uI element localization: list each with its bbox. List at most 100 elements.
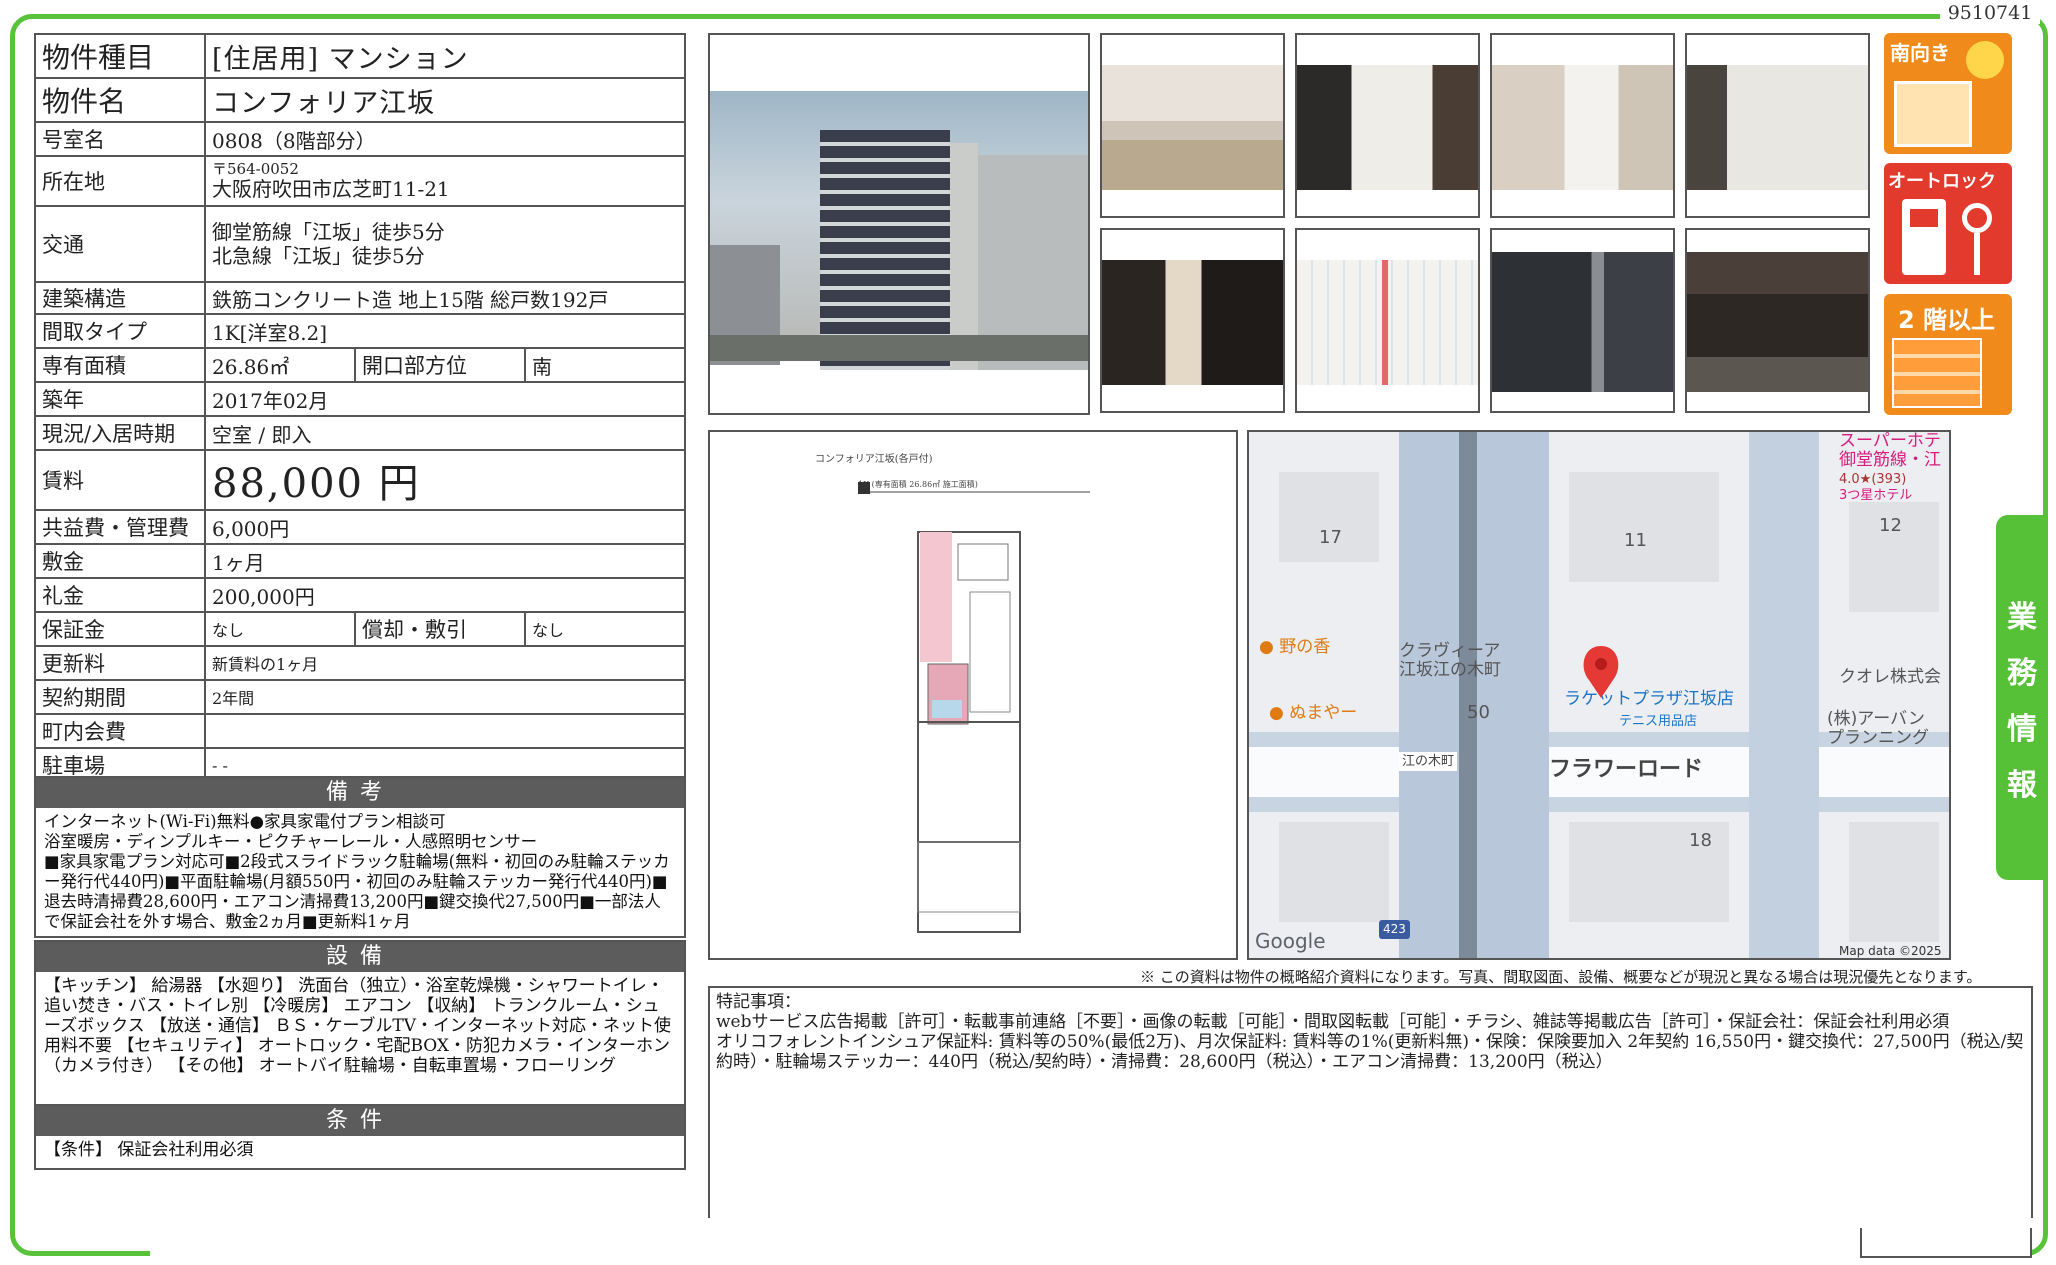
- entrance-photo: [1490, 228, 1675, 413]
- floor-plan-drawing: [858, 482, 1090, 933]
- value-renewal: 新賃料の1ヶ月: [204, 645, 686, 681]
- stamp-box: [1860, 1228, 2032, 1258]
- label-town-fee: 町内会費: [34, 713, 206, 749]
- label-transit: 交通: [34, 205, 206, 283]
- value-room: 0808（8階部分）: [204, 121, 686, 157]
- map-block-18: 18: [1689, 830, 1712, 851]
- map-poi-numaya: ● ぬまやー: [1269, 704, 1357, 723]
- map-route-shield: 423: [1379, 920, 1410, 939]
- value-keymoney: 200,000円: [204, 577, 686, 613]
- label-amortization: 償却・敷引: [354, 611, 526, 647]
- area-map-thumbnail: [1295, 228, 1480, 413]
- facilities-section: 設備 【キッチン】 給湯器 【水廻り】 洗面台（独立）・浴室乾燥機・シャワートイ…: [34, 940, 686, 1106]
- map-poi-numaya-label: ぬまやー: [1289, 703, 1358, 723]
- value-type: [住居用] マンション: [204, 33, 686, 79]
- value-contract: 2年間: [204, 679, 686, 715]
- label-facing: 開口部方位: [354, 347, 526, 383]
- map-block-50: 50: [1467, 702, 1490, 723]
- value-rent: 88,000 円: [204, 449, 686, 511]
- remarks-text: インターネット(Wi-Fi)無料●家具家電付プラン相談可 浴室暖房・ディンプルキ…: [44, 812, 670, 931]
- washroom-photo: [1490, 33, 1675, 218]
- facilities-text: 【キッチン】 給湯器 【水廻り】 洗面台（独立）・浴室乾燥機・シャワートイレ・追…: [44, 976, 672, 1076]
- value-amortization: なし: [524, 611, 686, 647]
- label-room: 号室名: [34, 121, 206, 157]
- label-rent: 賃料: [34, 449, 206, 511]
- map-poi-nonoka-label: 野の香: [1279, 637, 1331, 657]
- location-map: 17 11 12 50 18 ● 野の香 ● ぬまやー クラヴィーア 江坂江の木…: [1247, 430, 1951, 960]
- second-floor-icon: 2 階以上: [1884, 294, 2012, 415]
- restaurant-icon: ●: [1269, 703, 1284, 723]
- zip-code: 〒564-0052: [212, 160, 299, 178]
- value-status: 空室 / 即入: [204, 415, 686, 451]
- label-fee: 共益費・管理費: [34, 509, 206, 545]
- kitchen-photo: [1100, 33, 1285, 218]
- value-structure: 鉄筋コンクリート造 地上15階 総戸数192戸: [204, 281, 686, 315]
- frame-gap: [150, 1250, 1860, 1260]
- side-tab-char-1: 業: [2007, 599, 2037, 635]
- map-poi-urban: (株)アーバン プランニング: [1827, 709, 1929, 748]
- label-area: 専有面積: [34, 347, 206, 383]
- value-layout: 1K[洋室8.2]: [204, 313, 686, 349]
- label-built: 築年: [34, 381, 206, 417]
- google-logo: Google: [1255, 929, 1326, 953]
- map-block-12: 12: [1879, 515, 1902, 536]
- hallway-photo: [1100, 228, 1285, 413]
- value-guarantee: なし: [204, 611, 356, 647]
- value-name: コンフォリア江坂: [204, 77, 686, 123]
- label-structure: 建築構造: [34, 281, 206, 315]
- remarks-header: 備考: [36, 778, 684, 808]
- transit-line-1: 御堂筋線「江坂」徒歩5分: [212, 220, 445, 244]
- restaurant-icon: ●: [1259, 637, 1274, 657]
- label-type: 物件種目: [34, 33, 206, 79]
- label-deposit: 敷金: [34, 543, 206, 579]
- facilities-header: 設備: [36, 942, 684, 972]
- floor-plan: コンフォリア江坂(各戸付) 1K (専有面積 26.86㎡ 施工面積): [708, 430, 1238, 960]
- value-built: 2017年02月: [204, 381, 686, 417]
- map-poi-crawia: クラヴィーア 江坂江の木町: [1399, 641, 1501, 680]
- disclaimer-note: ※ この資料は物件の概略紹介資料になります。写真、間取図面、設備、概要などが現況…: [1140, 968, 1982, 986]
- map-poi-hotel-type: 3つ星ホテル: [1839, 488, 1913, 503]
- closet-photo: [1295, 33, 1480, 218]
- map-poi-hotel: スーパーホテ 御堂筋線・江: [1839, 431, 1941, 470]
- label-layout: 間取タイプ: [34, 313, 206, 349]
- map-poi-quole: クオレ株式会: [1839, 667, 1941, 687]
- property-table: 物件種目 [住居用] マンション 物件名 コンフォリア江坂 号室名 0808（8階部分…: [34, 33, 686, 783]
- south-facing-icon: 南向き: [1884, 33, 2012, 154]
- value-town-fee: [204, 713, 686, 749]
- label-keymoney: 礼金: [34, 577, 206, 613]
- conditions-header: 条件: [36, 1106, 684, 1136]
- map-block-17: 17: [1319, 527, 1342, 548]
- label-name: 物件名: [34, 77, 206, 123]
- value-facing: 南: [524, 347, 686, 383]
- label-guarantee: 保証金: [34, 611, 206, 647]
- map-area-enoki: 江の木町: [1399, 752, 1458, 771]
- autolock-icon: オートロック: [1884, 163, 2012, 284]
- map-poi-racket-type: テニス用品店: [1619, 714, 1698, 729]
- map-poi-nonoka: ● 野の香: [1259, 638, 1330, 657]
- value-deposit: 1ヶ月: [204, 543, 686, 579]
- value-transit: 御堂筋線「江坂」徒歩5分 北急線「江坂」徒歩5分: [204, 205, 686, 283]
- label-renewal: 更新料: [34, 645, 206, 681]
- side-tab-char-2: 務: [2007, 655, 2037, 691]
- map-block-11: 11: [1624, 530, 1647, 551]
- transit-line-2: 北急線「江坂」徒歩5分: [212, 244, 425, 268]
- conditions-section: 条件 【条件】 保証会社利用必須: [34, 1104, 686, 1170]
- second-floor-label: 2 階以上: [1898, 306, 1996, 334]
- south-facing-label: 南向き: [1890, 41, 1950, 65]
- value-area: 26.86㎡: [204, 347, 356, 383]
- remarks-section: 備考 インターネット(Wi-Fi)無料●家具家電付プラン相談可 浴室暖房・ディン…: [34, 776, 686, 938]
- label-address: 所在地: [34, 155, 206, 207]
- business-info-tab[interactable]: 業 務 情 報: [1996, 515, 2048, 880]
- building-photo: [708, 33, 1090, 415]
- label-contract: 契約期間: [34, 679, 206, 715]
- map-road-flower: フラワーロード: [1549, 757, 1704, 782]
- document-id: 9510741: [1940, 2, 2040, 24]
- map-attribution: Map data ©2025: [1839, 944, 1942, 958]
- side-tab-char-3: 情: [2007, 711, 2037, 747]
- label-status: 現況/入居時期: [34, 415, 206, 451]
- address-line: 大阪府吹田市広芝町11-21: [212, 177, 450, 201]
- side-tab-char-4: 報: [2007, 767, 2037, 803]
- lobby-photo: [1685, 228, 1870, 413]
- conditions-text: 【条件】 保証会社利用必須: [44, 1140, 254, 1160]
- value-address: 〒564-0052 大阪府吹田市広芝町11-21: [204, 155, 686, 207]
